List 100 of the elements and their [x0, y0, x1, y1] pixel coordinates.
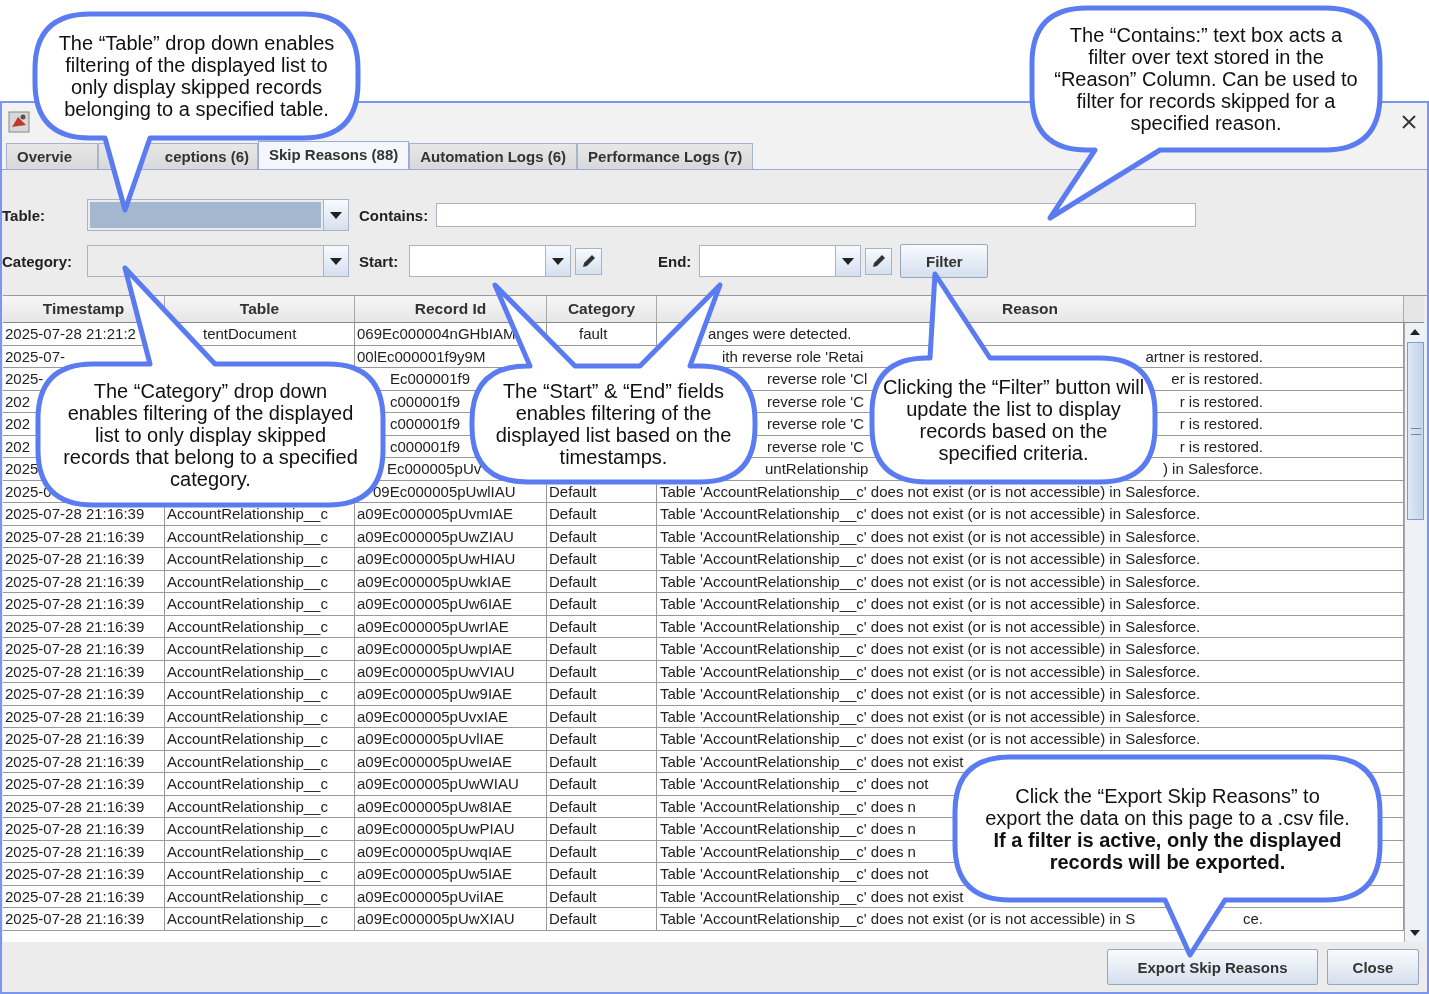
table-cell-text: Default — [549, 864, 597, 884]
table-cell-text: Default — [549, 661, 597, 682]
table-cell-text: ith reverse role 'Retai — [722, 346, 864, 367]
table-cell-text: a09Ec000005pUwZIAU — [357, 526, 514, 547]
tab[interactable]: Performance Logs (7) — [577, 143, 754, 169]
table-cell-text: Table 'AccountRelationship__c' does not — [660, 774, 929, 794]
close-icon[interactable] — [1401, 113, 1417, 130]
table-cell-text: AccountRelationship__c — [167, 729, 328, 749]
table-cell-text: 069Ec000004nGHbIAM — [357, 324, 516, 344]
table-cell-text: AccountRelationship__c — [167, 909, 328, 929]
table-cell-text: Table 'AccountRelationship__c' does not exist (or is not accessible) in Salesforce. — [660, 481, 1201, 502]
table-cell-text: r is restored. — [1179, 391, 1263, 412]
caret-icon — [552, 257, 564, 265]
tab[interactable]: Skip Reasons (88) — [258, 141, 410, 169]
table-cell-text: artner is restored. — [1145, 346, 1263, 367]
table-cell-text: AccountRelationship__c — [167, 886, 328, 907]
scrollbar[interactable] — [1404, 323, 1426, 942]
table-cell-text: 202 — [5, 414, 31, 434]
table-cell-text: Default — [549, 819, 597, 839]
dialog-button[interactable]: Export Skip Reasons — [1107, 949, 1318, 985]
scrollbar-thumb[interactable] — [1407, 342, 1424, 520]
table-cell-text: Table 'AccountRelationship__c' does not exist (or is not accessible) in Salesforce. — [660, 661, 1201, 682]
table-cell-text: Table 'AccountRelationship__c' does not exist (or is not accessible) in Salesforce. — [660, 616, 1201, 637]
table-cell-text: Table 'AccountRelationship__c' does not exist (or is not accessible) in S — [660, 909, 1136, 929]
table-cell-text: Default — [549, 796, 597, 817]
table-cell-text: 2025-07-28 21:16:39 — [5, 616, 145, 637]
table-cell-text: AccountRelationship__c — [167, 526, 328, 547]
callout-text: The “Table” drop down enables filtering of the displayed list to only display skipped records belonging to a specified table. — [57, 32, 336, 120]
table-cell-text: a09Ec000005pUwWIAU — [357, 774, 519, 794]
table-cell-text: AccountRelationship__c — [167, 616, 328, 637]
table-cell-text: Table 'AccountRelationship__c' does n — [660, 819, 916, 839]
end-date-field[interactable] — [699, 245, 862, 277]
table-cell-text: Default — [549, 841, 597, 862]
table-cell-text: 2025-07-28 21:16:39 — [5, 886, 145, 907]
table-cell-text: Default — [549, 594, 597, 614]
table-cell-text: 2025-07-28 21:16:39 — [5, 571, 145, 592]
table-cell-text: 202 — [5, 436, 31, 457]
table-cell-text: Default — [549, 481, 597, 502]
table-cell-text: 2025-07-28 21:16:39 — [5, 504, 145, 524]
table-cell-text: Default — [549, 504, 597, 524]
table-cell-text: AccountRelationship__c — [167, 594, 328, 614]
table-cell-text: Default — [549, 549, 597, 569]
callout-text: The “Contains:” text box acts a filter over text stored in the “Reason” Column. Can be used to filter for records skipped for a specified reason. — [1053, 24, 1359, 134]
table-cell-text: Table 'AccountRelationship__c' does n — [660, 796, 916, 817]
table-cell-text: a09Ec000005pUw8IAE — [357, 796, 513, 817]
field-label: Contains: — [359, 206, 429, 224]
table-cell-text: r is restored. — [1179, 414, 1263, 434]
table-cell-text: AccountRelationship__c — [167, 571, 328, 592]
table-cell-text: AccountRelationship__c — [167, 684, 328, 704]
table-cell-text: 2025-07- — [5, 346, 66, 367]
table-cell-text: AccountRelationship__c — [167, 661, 328, 682]
table-cell-text: Ec000005pUv — [387, 459, 482, 479]
table-cell-text: 2025-07-28 21:16:39 — [5, 864, 145, 884]
header-corner — [1404, 296, 1424, 323]
table-cell-text: r is restored. — [1179, 436, 1263, 457]
table-cell-text: AccountRelationship__c — [167, 504, 328, 524]
table-cell-text: AccountRelationship__c — [167, 774, 328, 794]
table-dropdown[interactable] — [87, 199, 349, 231]
edit-button[interactable] — [865, 247, 893, 275]
table-cell-text: AccountRelationship__c — [167, 549, 328, 569]
callout-text: Click the “Export Skip Reasons” to export the data on this page to a .csv file. If a filter is active, only the displayed records will be exported. — [985, 784, 1350, 873]
table-cell-text: reverse role 'C — [767, 391, 865, 412]
edit-button[interactable] — [575, 247, 602, 275]
table-cell-text: 2025 — [5, 459, 39, 479]
table-cell-text: a09Ec000005pUvmIAE — [357, 504, 513, 524]
table-cell-text: AccountRelationship__c — [167, 819, 328, 839]
table-cell-text: 2025-07-28 21:16:39 — [5, 729, 145, 749]
table-cell-text: Default — [549, 526, 597, 547]
column-header[interactable]: Reason — [657, 296, 1404, 323]
table-cell-text: 2025-07-28 21:16:39 — [5, 526, 145, 547]
contains-field[interactable] — [436, 203, 1197, 227]
table-cell-text: 2025-07-28 21:16:39 — [5, 751, 145, 772]
pencil-icon — [580, 253, 597, 269]
callout-text: Clicking the “Filter” button will update the list to display records based on the specified criteria. — [881, 376, 1146, 464]
table-cell-text: a09Ec000005pUwPIAU — [357, 819, 515, 839]
field-label: Table: — [2, 206, 47, 224]
filter-button[interactable]: Filter — [900, 244, 989, 278]
start-date-field[interactable] — [409, 245, 571, 277]
dialog-button[interactable]: Close — [1327, 949, 1419, 985]
table-cell-text: a09Ec000005pUwqIAE — [357, 841, 513, 862]
table-cell-text: Table 'AccountRelationship__c' does not exist (or is not accessible) in Salesforce. — [660, 571, 1201, 592]
table-cell-text: AccountRelationship__c — [167, 751, 328, 772]
table-cell-text: 2025-07-28 21:16:39 — [5, 706, 145, 727]
table-cell-text: 2025-07-28 21:16:39 — [5, 841, 145, 862]
table-cell-text: 2025-07-28 21:16:39 — [5, 639, 145, 659]
table-cell-text: Default — [549, 774, 597, 794]
tab[interactable]: Automation Logs (6) — [409, 143, 578, 169]
category-dropdown[interactable] — [87, 245, 349, 277]
table-cell-text: 202 — [5, 391, 31, 412]
tab[interactable]: Overvie — [6, 143, 98, 169]
app-icon — [8, 110, 30, 133]
table-cell-text: Default — [549, 684, 597, 704]
table-cell-text: 2025- — [5, 369, 44, 389]
column-header[interactable]: Table — [165, 296, 355, 323]
column-header[interactable]: Category — [547, 296, 657, 323]
table-cell-text: Default — [549, 729, 597, 749]
table-cell-text: AccountRelationship__c — [167, 706, 328, 727]
table-cell-text: a09Ec000005pUviIAE — [357, 886, 504, 907]
table-cell-text: Default — [549, 886, 597, 907]
table-cell-text: 2025-07-28 21:21:2 — [5, 324, 136, 344]
